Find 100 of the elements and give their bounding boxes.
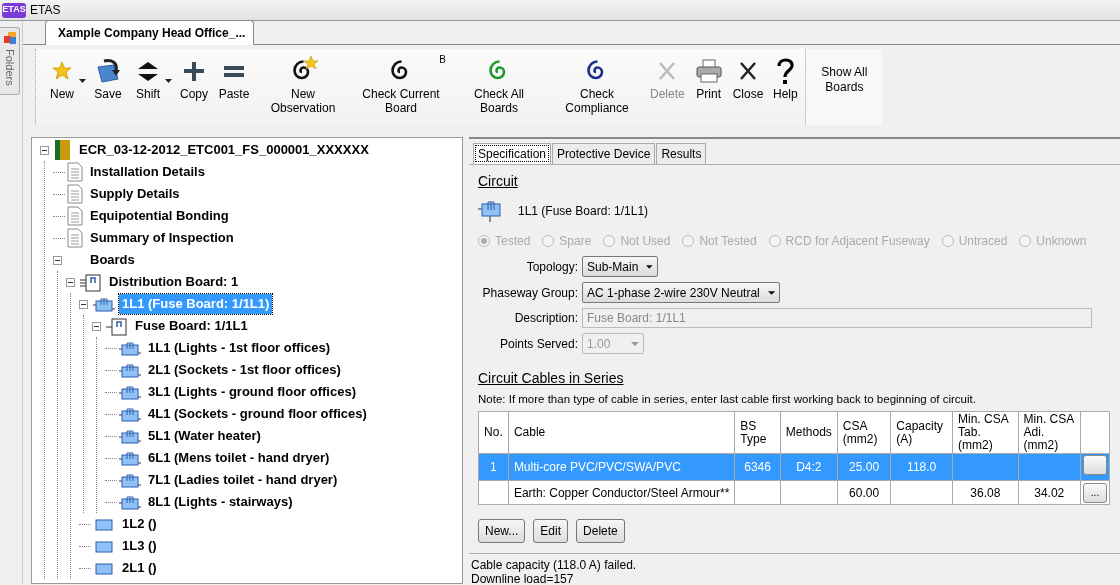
document-icon — [67, 162, 83, 182]
collapse-toggle[interactable] — [40, 145, 49, 155]
circuit-icon — [119, 405, 141, 423]
tree-item[interactable]: Fuse Board: 1/1L1 — [132, 316, 251, 336]
badge-letter: B — [439, 53, 446, 67]
row-action-button[interactable] — [1083, 455, 1107, 476]
radio-button[interactable] — [542, 235, 555, 247]
radio-button[interactable] — [1019, 235, 1032, 247]
circuit-icon — [119, 339, 141, 357]
circuit-icon — [93, 560, 115, 576]
tree-item[interactable]: 7L1 (Ladies toilet - hand dryer) — [145, 470, 341, 490]
tree-item[interactable]: 8L1 (Lights - stairways) — [145, 492, 296, 512]
tree-item[interactable]: 6L1 (Mens toilet - hand dryer) — [145, 448, 333, 468]
tab[interactable]: Protective Device — [552, 143, 656, 164]
radio-label: Tested — [495, 233, 531, 250]
tab[interactable]: Results — [656, 143, 707, 164]
circuit-icon — [93, 538, 115, 554]
tree-item[interactable]: ECR_03-12-2012_ETC001_FS_000001_XXXXXX — [76, 140, 372, 160]
toolbar-button[interactable]: B Check Current Board — [352, 55, 450, 115]
toolbar-button[interactable]: Copy — [174, 55, 214, 101]
tree-item[interactable]: 4L1 (Sockets - ground floor offices) — [145, 404, 370, 424]
dropdown-arrow-icon — [631, 341, 639, 346]
toolbar-button[interactable]: New — [42, 55, 82, 101]
tree-item[interactable]: Boards — [87, 250, 138, 270]
action-button[interactable]: New... — [478, 519, 526, 544]
toolbar-button[interactable]: Check Compliance — [548, 55, 646, 115]
message-text: Cable capacity (118.0 A) failed. — [471, 558, 638, 573]
table-row[interactable]: Earth: Copper Conductor/Steel Armour** 60.00 36.08 34.02 ... — [478, 480, 1110, 505]
dropdown-arrow-icon — [646, 264, 653, 269]
tree-item[interactable]: Equipotential Bonding — [87, 206, 232, 226]
side-panel-tab[interactable]: Folders — [0, 27, 20, 95]
column-header: Min. CSA Adi. (mm2) — [1018, 411, 1081, 454]
topology-dropdown[interactable]: Sub-Main — [582, 256, 658, 277]
phaseway-dropdown[interactable]: AC 1-phase 2-wire 230V Neutral — [582, 282, 780, 303]
circuit-icon — [119, 383, 141, 401]
radio-button[interactable] — [768, 235, 781, 247]
tree-item[interactable]: Supply Details — [87, 184, 183, 204]
note-text: Note: If more than type of cable in series, enter last cable first working back to beginning of circuit. — [478, 392, 977, 407]
radio-label: RCD for Adjacent Fuseway — [785, 233, 930, 250]
dropdown-arrow-icon — [767, 290, 775, 295]
section-heading: Circuit Cables in Series — [478, 369, 625, 388]
tree-item[interactable]: 1L1 (Lights - 1st floor offices) — [145, 338, 333, 358]
table-cell: 34.02 — [1034, 485, 1065, 500]
column-header: CSA (mm2) — [837, 411, 891, 454]
board-icon — [80, 272, 102, 292]
radio-button[interactable] — [941, 235, 954, 247]
collapse-toggle[interactable] — [53, 255, 62, 265]
table-cell: 6346 — [744, 460, 771, 475]
tree-item[interactable]: 3L1 (Lights - ground floor offices) — [145, 382, 359, 402]
circuit-icon — [478, 200, 502, 222]
board-icon — [106, 316, 128, 336]
flag-icon — [54, 140, 72, 160]
tree-item[interactable]: 2L1 () — [119, 558, 160, 578]
folders-icon — [2, 31, 17, 45]
table-cell: Multi-core PVC/PVC/SWA/PVC — [513, 460, 681, 475]
column-header: BS Type — [734, 411, 781, 454]
radio-label: Unknown — [1036, 233, 1087, 250]
field-label: Description: — [513, 310, 579, 327]
toolbar-button[interactable]: Check All Boards — [450, 55, 548, 115]
tree-item[interactable]: 2L1 (Sockets - 1st floor offices) — [145, 360, 344, 380]
side-panel-label: Folders — [2, 49, 17, 86]
tree-item[interactable]: Distribution Board: 1 — [106, 272, 242, 292]
radio-button[interactable] — [682, 235, 695, 247]
radio-label: Not Used — [620, 233, 671, 250]
toolbar-button[interactable]: New Observation — [254, 55, 352, 115]
document-tab[interactable]: Xample Company Head Office_... — [45, 20, 255, 45]
field-label: Topology: — [525, 258, 579, 276]
circuit-icon — [119, 427, 141, 445]
radio-button[interactable] — [603, 235, 616, 247]
tree-item[interactable]: Installation Details — [87, 162, 208, 182]
row-action-button[interactable]: ... — [1083, 482, 1107, 503]
circuit-icon — [119, 361, 141, 379]
tree-item[interactable]: 1L2 () — [119, 514, 160, 534]
action-button[interactable]: Delete — [576, 519, 625, 544]
radio-button[interactable] — [478, 235, 490, 247]
tree-item[interactable]: 5L1 (Water heater) — [145, 426, 264, 446]
window-title: ETAS — [30, 2, 61, 19]
toolbar-button[interactable]: Paste — [214, 55, 254, 101]
toolbar-button[interactable]: Save — [88, 55, 128, 101]
column-header: Capacity (A) — [890, 411, 953, 454]
toolbar-button[interactable]: Print — [688, 55, 729, 101]
column-header: Cable — [508, 411, 735, 454]
toolbar-button[interactable]: Close — [728, 55, 768, 101]
circuit-icon — [119, 471, 141, 489]
circuit-name: 1L1 (Fuse Board: 1/1L1) — [518, 203, 649, 220]
table-cell: 1 — [490, 460, 497, 475]
caret-icon — [165, 79, 172, 83]
table-cell: Earth: Copper Conductor/Steel Armour** — [513, 485, 730, 500]
tree-item[interactable]: 1L3 () — [119, 536, 160, 556]
collapse-toggle[interactable] — [92, 321, 101, 331]
column-header: Min. CSA Tab. (mm2) — [952, 411, 1019, 454]
action-button[interactable]: Edit — [533, 519, 569, 544]
radio-label: Spare — [559, 233, 592, 250]
toolbar-button[interactable]: Help — [767, 55, 804, 101]
tab[interactable]: Specification — [473, 143, 552, 164]
collapse-toggle[interactable] — [79, 299, 88, 309]
tree-item[interactable]: Summary of Inspection — [87, 228, 237, 248]
toolbar-button[interactable]: Shift — [128, 55, 168, 101]
field-label: Points Served: — [498, 335, 579, 353]
collapse-toggle[interactable] — [66, 277, 75, 287]
